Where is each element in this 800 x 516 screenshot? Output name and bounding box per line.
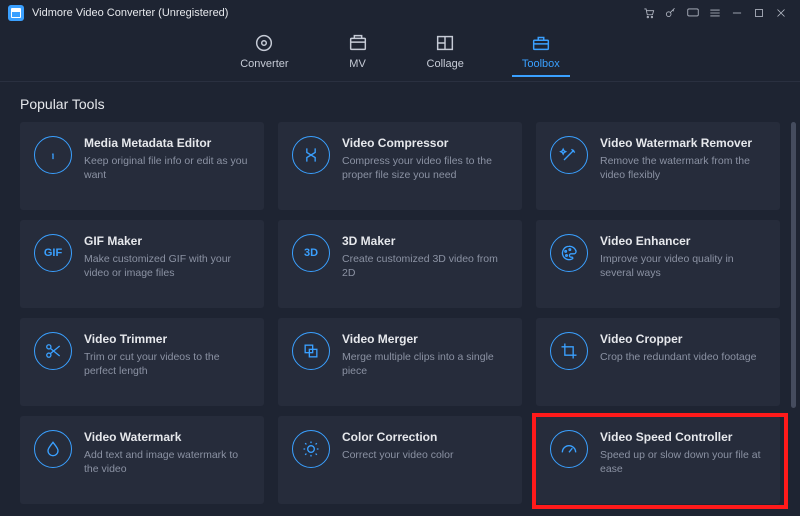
wand-icon [550, 136, 588, 174]
tab-mv[interactable]: MV [347, 32, 369, 76]
cart-icon[interactable] [638, 2, 660, 24]
tool-card-watermark[interactable]: Video Watermark Add text and image water… [20, 416, 264, 504]
tool-desc: Merge multiple clips into a single piece [342, 350, 508, 378]
tool-card-merger[interactable]: Video Merger Merge multiple clips into a… [278, 318, 522, 406]
palette-icon [550, 234, 588, 272]
tool-card-watermark-remover[interactable]: Video Watermark Remover Remove the water… [536, 122, 780, 210]
tool-title: Video Speed Controller [600, 430, 766, 444]
menu-icon[interactable] [704, 2, 726, 24]
tool-card-enhancer[interactable]: Video Enhancer Improve your video qualit… [536, 220, 780, 308]
tool-desc: Trim or cut your videos to the perfect l… [84, 350, 250, 378]
sun-icon [292, 430, 330, 468]
tool-title: Video Merger [342, 332, 508, 346]
gif-icon: GIF [34, 234, 72, 272]
tool-title: Media Metadata Editor [84, 136, 250, 150]
tool-title: GIF Maker [84, 234, 250, 248]
app-logo-icon [8, 5, 24, 21]
tool-desc: Improve your video quality in several wa… [600, 252, 766, 280]
tool-card-compressor[interactable]: Video Compressor Compress your video fil… [278, 122, 522, 210]
tab-toolbox[interactable]: Toolbox [522, 32, 560, 76]
tool-title: Video Compressor [342, 136, 508, 150]
compress-icon [292, 136, 330, 174]
maximize-icon[interactable] [748, 2, 770, 24]
tool-title: Video Enhancer [600, 234, 766, 248]
tab-collage[interactable]: Collage [427, 32, 464, 76]
key-icon[interactable] [660, 2, 682, 24]
collage-icon [434, 32, 456, 54]
tool-card-gif[interactable]: GIF GIF Maker Make customized GIF with y… [20, 220, 264, 308]
converter-icon [253, 32, 275, 54]
drop-icon [34, 430, 72, 468]
minimize-icon[interactable] [726, 2, 748, 24]
tool-title: Video Watermark Remover [600, 136, 766, 150]
tool-desc: Keep original file info or edit as you w… [84, 154, 250, 182]
tool-desc: Speed up or slow down your file at ease [600, 448, 766, 476]
tool-desc: Remove the watermark from the video flex… [600, 154, 766, 182]
tool-desc: Correct your video color [342, 448, 453, 462]
tools-grid: Media Metadata Editor Keep original file… [0, 122, 800, 516]
tool-title: Video Watermark [84, 430, 250, 444]
tool-title: Color Correction [342, 430, 453, 444]
tool-desc: Crop the redundant video footage [600, 350, 756, 364]
info-icon [34, 136, 72, 174]
tool-desc: Make customized GIF with your video or i… [84, 252, 250, 280]
toolbox-icon [530, 32, 552, 54]
tab-label: MV [349, 58, 366, 70]
tool-card-color[interactable]: Color Correction Correct your video colo… [278, 416, 522, 504]
titlebar: Vidmore Video Converter (Unregistered) [0, 0, 800, 26]
tab-label: Converter [240, 58, 288, 70]
tool-card-metadata[interactable]: Media Metadata Editor Keep original file… [20, 122, 264, 210]
tab-label: Toolbox [522, 58, 560, 70]
tool-desc: Create customized 3D video from 2D [342, 252, 508, 280]
tool-card-speed[interactable]: Video Speed Controller Speed up or slow … [536, 416, 780, 504]
tab-label: Collage [427, 58, 464, 70]
tool-title: Video Trimmer [84, 332, 250, 346]
tool-desc: Compress your video files to the proper … [342, 154, 508, 182]
tool-title: 3D Maker [342, 234, 508, 248]
crop-icon [550, 332, 588, 370]
feedback-icon[interactable] [682, 2, 704, 24]
scrollbar[interactable] [791, 122, 796, 408]
merge-icon [292, 332, 330, 370]
gauge-icon [550, 430, 588, 468]
close-icon[interactable] [770, 2, 792, 24]
tool-card-trimmer[interactable]: Video Trimmer Trim or cut your videos to… [20, 318, 264, 406]
tool-card-3d[interactable]: 3D 3D Maker Create customized 3D video f… [278, 220, 522, 308]
window-title: Vidmore Video Converter (Unregistered) [32, 7, 228, 19]
tool-title: Video Cropper [600, 332, 756, 346]
tool-card-cropper[interactable]: Video Cropper Crop the redundant video f… [536, 318, 780, 406]
tab-converter[interactable]: Converter [240, 32, 288, 76]
section-title: Popular Tools [0, 82, 800, 122]
main-tabs: Converter MV Collage Toolbox [0, 26, 800, 82]
scissors-icon [34, 332, 72, 370]
mv-icon [347, 32, 369, 54]
three-d-icon: 3D [292, 234, 330, 272]
tool-desc: Add text and image watermark to the vide… [84, 448, 250, 476]
